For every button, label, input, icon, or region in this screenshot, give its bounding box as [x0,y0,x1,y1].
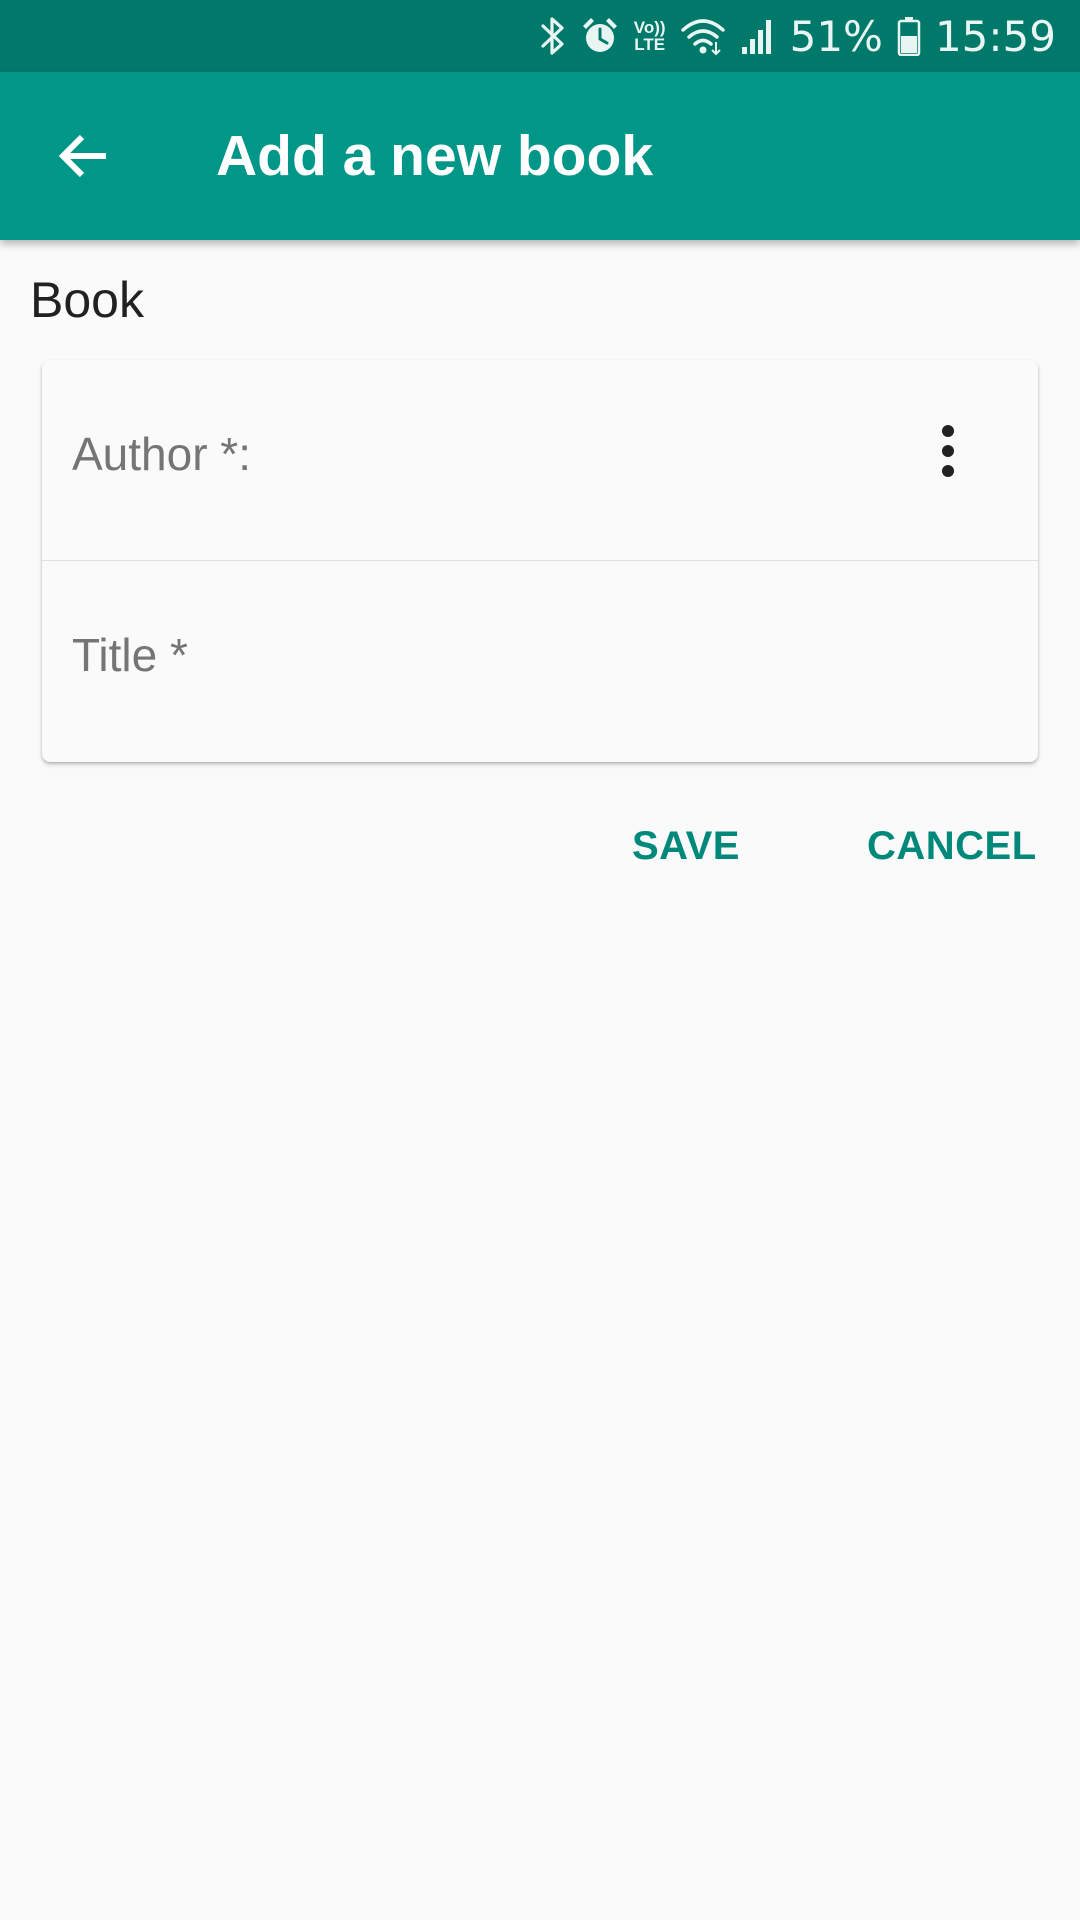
signal-icon [740,17,776,55]
clock: 15:59 [934,11,1056,61]
page-title: Add a new book [216,124,654,188]
volte-icon: Vo)) LTE [633,18,666,54]
author-label: Author *: [72,428,251,480]
save-button[interactable]: SAVE [632,810,740,882]
battery-icon [897,16,921,56]
title-label: Title * [72,629,188,681]
wifi-icon [680,16,726,56]
arrow-back-icon [58,134,106,178]
battery-percent: 51% [789,11,883,61]
status-icons: Vo)) LTE 51% 15:59 [526,0,1056,72]
status-bar: Vo)) LTE 51% 15:59 [0,0,1080,72]
bluetooth-icon [540,15,566,57]
more-vert-icon [942,425,954,477]
app-bar: Add a new book [0,72,1080,240]
alarm-icon [580,15,620,57]
back-button[interactable] [36,108,132,204]
author-field[interactable]: Author *: [42,360,1038,560]
author-more-button[interactable] [916,406,980,496]
book-form-card: Author *: Title * [42,360,1038,762]
title-field[interactable]: Title * [42,561,1038,761]
section-heading: Book [30,272,144,328]
cancel-button[interactable]: CANCEL [867,810,1037,882]
